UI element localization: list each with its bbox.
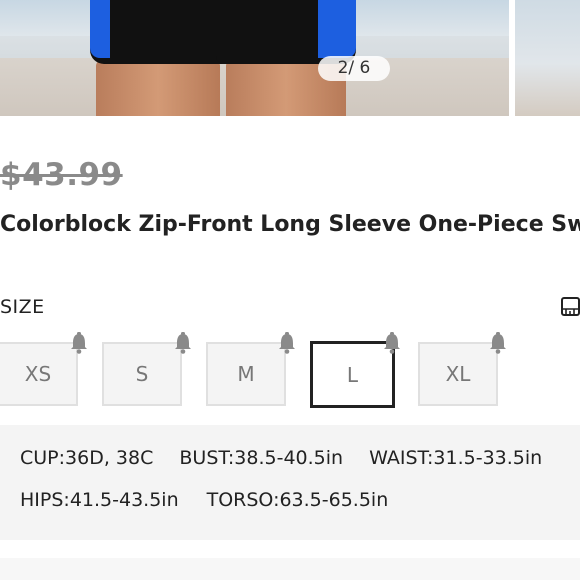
bell-icon[interactable] <box>69 332 89 354</box>
swimsuit-blue-panel-right <box>318 0 356 58</box>
measurement-waist: WAIST:31.5-33.5in <box>369 447 542 469</box>
measurement-value: :41.5-43.5in <box>63 489 179 511</box>
size-guide-ruler-icon[interactable] <box>561 297 580 316</box>
measurement-value: :63.5-65.5in <box>273 489 389 511</box>
measurement-label: TORSO <box>206 489 274 511</box>
size-option-m[interactable]: M <box>206 342 286 406</box>
measurement-bust: BUST:38.5-40.5in <box>179 447 343 469</box>
image-carousel[interactable]: 2/ 6 <box>0 0 580 116</box>
size-measurements-panel: CUP:36D, 38C BUST:38.5-40.5in WAIST:31.5-3… <box>0 425 580 540</box>
size-option-s[interactable]: S <box>102 342 182 406</box>
bell-icon[interactable] <box>277 332 297 354</box>
next-product-photo[interactable] <box>515 0 580 116</box>
measurement-value: :36D, 38C <box>58 447 154 469</box>
measurement-label: HIPS <box>20 489 64 511</box>
measurement-value: :31.5-33.5in <box>427 447 543 469</box>
image-counter: 2/ 6 <box>318 56 390 81</box>
measurement-label: CUP <box>20 447 59 469</box>
measurement-hips: HIPS:41.5-43.5in <box>20 489 179 511</box>
bell-icon[interactable] <box>488 332 508 354</box>
product-photo[interactable] <box>0 0 509 116</box>
measurement-value: :38.5-40.5in <box>227 447 344 469</box>
swimsuit-blue-panel-left <box>90 0 110 58</box>
size-label: SIZE <box>0 296 45 318</box>
size-option-xl[interactable]: XL <box>418 342 498 406</box>
measurement-cup: CUP:36D, 38C <box>20 447 153 469</box>
section-divider <box>0 558 580 580</box>
measurements-row: CUP:36D, 38C BUST:38.5-40.5in WAIST:31.5-3… <box>20 447 542 469</box>
bell-icon[interactable] <box>173 332 193 354</box>
size-option-xs[interactable]: XS <box>0 342 78 406</box>
photo-leg-left <box>96 60 220 116</box>
product-title: Colorblock Zip-Front Long Sleeve One-Pie… <box>0 212 580 237</box>
bell-icon[interactable] <box>382 332 402 354</box>
measurement-label: WAIST <box>369 447 428 469</box>
measurement-torso: TORSO:63.5-65.5in <box>207 489 389 511</box>
swimsuit-bottom-left <box>90 0 230 64</box>
measurement-label: BUST <box>179 447 228 469</box>
original-price: $43.99 <box>0 157 123 193</box>
measurements-row: HIPS:41.5-43.5in TORSO:63.5-65.5in <box>20 489 414 511</box>
